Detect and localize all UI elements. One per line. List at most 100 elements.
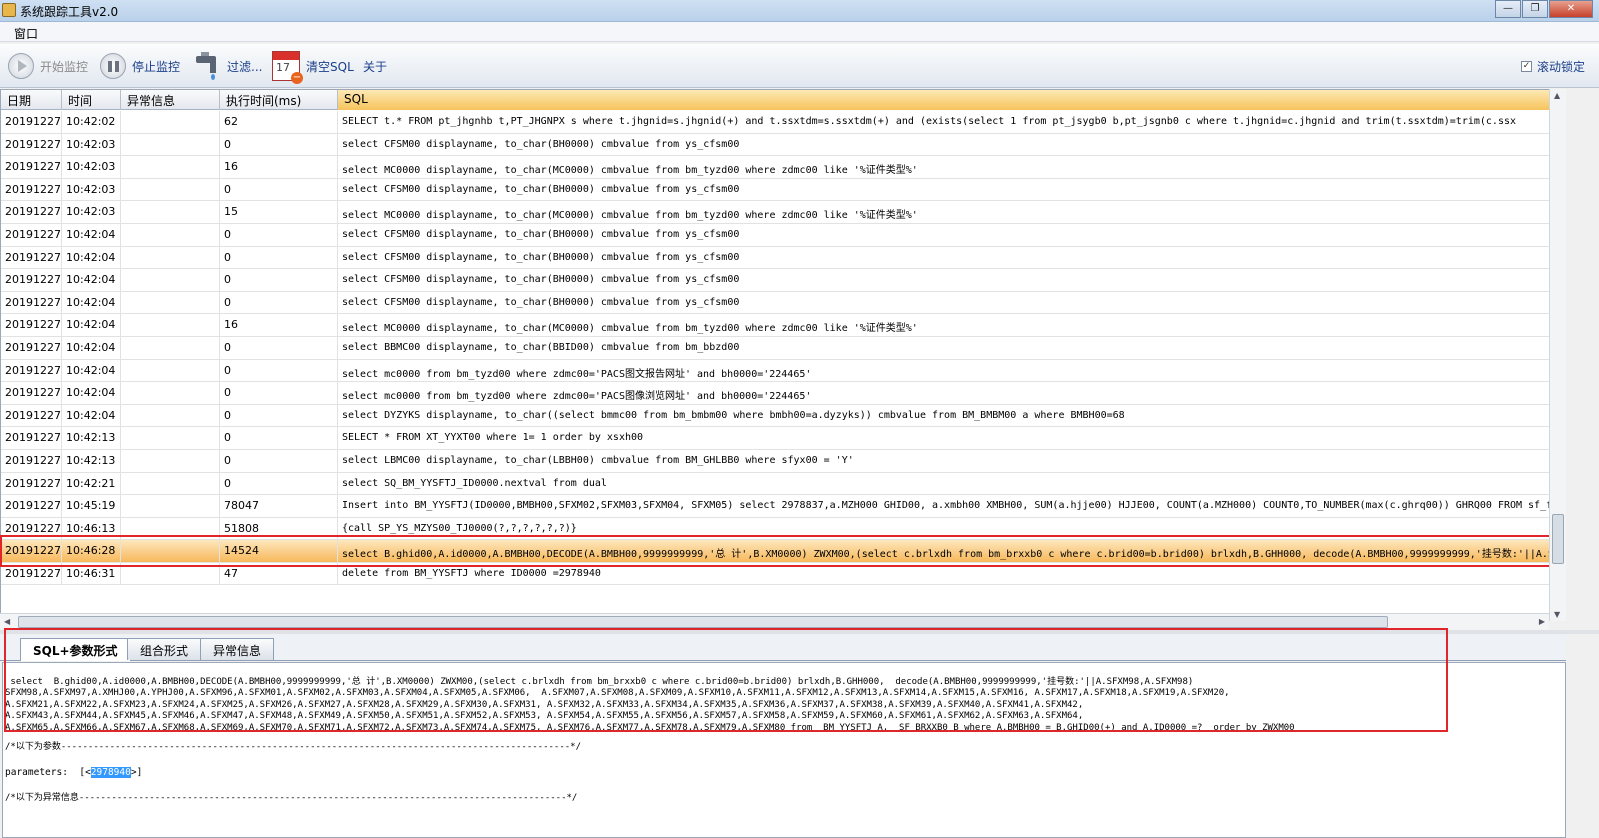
cell-error xyxy=(121,382,220,404)
vertical-scroll-thumb[interactable] xyxy=(1552,514,1564,564)
table-row[interactable]: 20191227 10:42:04 0 select BBMC00 displayna… xyxy=(1,336,1565,360)
grid-horizontal-scrollbar[interactable]: ◀ ▶ xyxy=(0,613,1549,630)
cell-error xyxy=(121,540,220,562)
table-row[interactable]: 20191227 10:42:03 16 select MC0000 displayn… xyxy=(1,156,1565,179)
table-row[interactable]: 20191227 10:42:04 0 select CFSM00 displayna… xyxy=(1,291,1565,315)
column-header-sql[interactable]: SQL xyxy=(338,90,1565,110)
sql-line: A.SFXM43,A.SFXM44,A.SFXM45,A.SFXM46,A.SF… xyxy=(5,711,1084,722)
table-row[interactable]: 20191227 10:46:31 47 delete from BM_YYSFTJ … xyxy=(1,562,1565,586)
tab-sql-params[interactable]: SQL+参数形式 xyxy=(20,638,131,661)
scroll-lock-toggle[interactable]: ✓ 滚动锁定 xyxy=(1520,58,1585,75)
sql-detail-text[interactable]: select B.ghid00,A.id0000,A.BMBH00,DECODE… xyxy=(2,662,1566,838)
cell-error xyxy=(121,404,220,427)
table-row[interactable]: 20191227 10:42:03 0 select CFSM00 displayna… xyxy=(1,178,1565,202)
cell-duration: 0 xyxy=(220,223,338,246)
cell-date: 20191227 xyxy=(1,314,62,336)
menu-window[interactable]: 窗口 xyxy=(14,25,38,42)
cell-time: 10:42:21 xyxy=(62,472,121,495)
cell-sql: delete from BM_YYSFTJ where ID0000 =2978… xyxy=(338,563,1565,585)
table-row[interactable]: 20191227 10:42:03 15 select MC0000 displayn… xyxy=(1,201,1565,224)
cell-time: 10:42:04 xyxy=(62,314,121,336)
start-monitor-button[interactable]: 开始监控 xyxy=(8,52,88,80)
table-row[interactable]: 20191227 10:42:13 0 SELECT * FROM XT_YYXT00… xyxy=(1,427,1565,450)
maximize-button[interactable]: ❐ xyxy=(1522,0,1548,18)
pause-icon xyxy=(100,53,126,79)
cell-error xyxy=(121,291,220,314)
params-end: >] xyxy=(130,767,143,779)
cell-error xyxy=(121,517,220,540)
table-row[interactable]: 20191227 10:42:04 0 select CFSM00 displayna… xyxy=(1,269,1565,292)
minimize-button[interactable]: — xyxy=(1495,0,1521,18)
about-button[interactable]: 关于 xyxy=(363,52,387,80)
params-value[interactable]: 2978940 xyxy=(90,767,131,779)
cell-duration: 0 xyxy=(220,404,338,427)
pane-splitter[interactable] xyxy=(0,630,1599,634)
scroll-lock-label: 滚动锁定 xyxy=(1536,60,1585,74)
window-title: 系统跟踪工具v2.0 xyxy=(20,5,119,19)
horizontal-scroll-thumb[interactable] xyxy=(18,616,1388,628)
cell-time: 10:46:28 xyxy=(62,540,121,562)
cell-error xyxy=(121,111,220,133)
cell-duration: 47 xyxy=(220,562,338,585)
cell-duration: 0 xyxy=(220,178,338,201)
cell-date: 20191227 xyxy=(1,495,62,517)
sql-trace-grid[interactable]: 日期 时间 异常信息 执行时间(ms) SQL 20191227 10:42:02… xyxy=(0,89,1566,621)
cell-date: 20191227 xyxy=(1,269,62,291)
table-row[interactable]: 20191227 10:42:21 0 select SQ_BM_YYSFTJ_ID… xyxy=(1,472,1565,496)
cell-error xyxy=(121,495,220,517)
table-row[interactable]: 20191227 10:42:04 0 select mc0000 from bm_t… xyxy=(1,359,1565,383)
table-row-selected[interactable]: 20191227 10:46:28 14524 select B.ghid00,A.… xyxy=(1,540,1565,563)
cell-date: 20191227 xyxy=(1,246,62,269)
table-row[interactable]: 20191227 10:46:13 51808 {call SP_YS_MZYS00_… xyxy=(1,517,1565,541)
cell-sql: select CFSM00 displayname, to_char(BH000… xyxy=(338,292,1565,314)
column-header-time[interactable]: 时间 xyxy=(62,90,121,110)
cell-error xyxy=(121,472,220,495)
close-button[interactable]: ✕ xyxy=(1549,0,1593,18)
column-header-date[interactable]: 日期 xyxy=(1,90,62,110)
cell-duration: 62 xyxy=(220,111,338,133)
column-header-duration[interactable]: 执行时间(ms) xyxy=(220,90,338,110)
cell-sql: select mc0000 from bm_tyzd00 where zdmc0… xyxy=(338,382,1565,404)
cell-sql: SELECT t.* FROM pt_jhgnhb t,PT_JHGNPX s … xyxy=(338,111,1565,133)
column-header-error[interactable]: 异常信息 xyxy=(121,90,220,110)
grid-vertical-scrollbar[interactable]: ▲ ▼ xyxy=(1549,89,1566,621)
sql-line: A.SFXM21,A.SFXM22,A.SFXM23,A.SFXM24,A.SF… xyxy=(5,699,1084,710)
cell-sql: select CFSM00 displayname, to_char(BH000… xyxy=(338,224,1565,246)
table-row[interactable]: 20191227 10:45:19 78047 Insert into BM_YYS… xyxy=(1,495,1565,518)
play-icon xyxy=(8,53,34,79)
cell-duration: 14524 xyxy=(220,540,338,562)
start-monitor-label: 开始监控 xyxy=(40,59,89,74)
table-row[interactable]: 20191227 10:42:04 0 select CFSM00 displayna… xyxy=(1,223,1565,247)
table-row[interactable]: 20191227 10:42:02 62 SELECT t.* FROM pt_jhg… xyxy=(1,111,1565,134)
clear-sql-button[interactable]: 17− 清空SQL xyxy=(272,51,354,84)
toolbar: 开始监控 停止监控 过滤... 17− 清空SQL 关于 ✓ 滚动锁定 xyxy=(0,44,1599,88)
cell-time: 10:42:13 xyxy=(62,427,121,449)
table-row[interactable]: 20191227 10:42:04 0 select mc0000 from bm_t… xyxy=(1,382,1565,405)
detail-tabs: SQL+参数形式 组合形式 异常信息 xyxy=(0,635,1566,661)
filter-button[interactable]: 过滤... xyxy=(193,52,262,80)
table-row[interactable]: 20191227 10:42:04 0 select DYZYKS displayna… xyxy=(1,404,1565,428)
cell-date: 20191227 xyxy=(1,472,62,495)
table-row[interactable]: 20191227 10:42:04 0 select CFSM00 displayna… xyxy=(1,246,1565,270)
tab-errors[interactable]: 异常信息 xyxy=(200,638,275,660)
cell-duration: 0 xyxy=(220,291,338,314)
cell-error xyxy=(121,336,220,359)
cell-duration: 0 xyxy=(220,472,338,495)
stop-monitor-button[interactable]: 停止监控 xyxy=(100,52,180,80)
scroll-lock-checkbox[interactable]: ✓ xyxy=(1520,61,1532,72)
cell-error xyxy=(121,562,220,585)
cell-date: 20191227 xyxy=(1,111,62,133)
cell-error xyxy=(121,246,220,269)
cell-date: 20191227 xyxy=(1,359,62,382)
table-row[interactable]: 20191227 10:42:04 16 select MC0000 displayn… xyxy=(1,314,1565,337)
cell-time: 10:42:13 xyxy=(62,449,121,472)
cell-error xyxy=(121,178,220,201)
cell-sql: select mc0000 from bm_tyzd00 where zdmc0… xyxy=(338,360,1565,382)
cell-duration: 0 xyxy=(220,336,338,359)
tab-combined[interactable]: 组合形式 xyxy=(127,638,202,660)
table-row[interactable]: 20191227 10:42:03 0 select CFSM00 displayna… xyxy=(1,133,1565,157)
sql-line: SFXM98,A.SFXM97,A.XMHJ00,A.YPHJ00,A.SFXM… xyxy=(5,688,1230,699)
cell-sql: select MC0000 displayname, to_char(MC000… xyxy=(338,201,1565,223)
table-row[interactable]: 20191227 10:42:13 0 select LBMC00 displayna… xyxy=(1,449,1565,473)
cell-sql: SELECT * FROM XT_YYXT00 where 1= 1 order… xyxy=(338,427,1565,449)
